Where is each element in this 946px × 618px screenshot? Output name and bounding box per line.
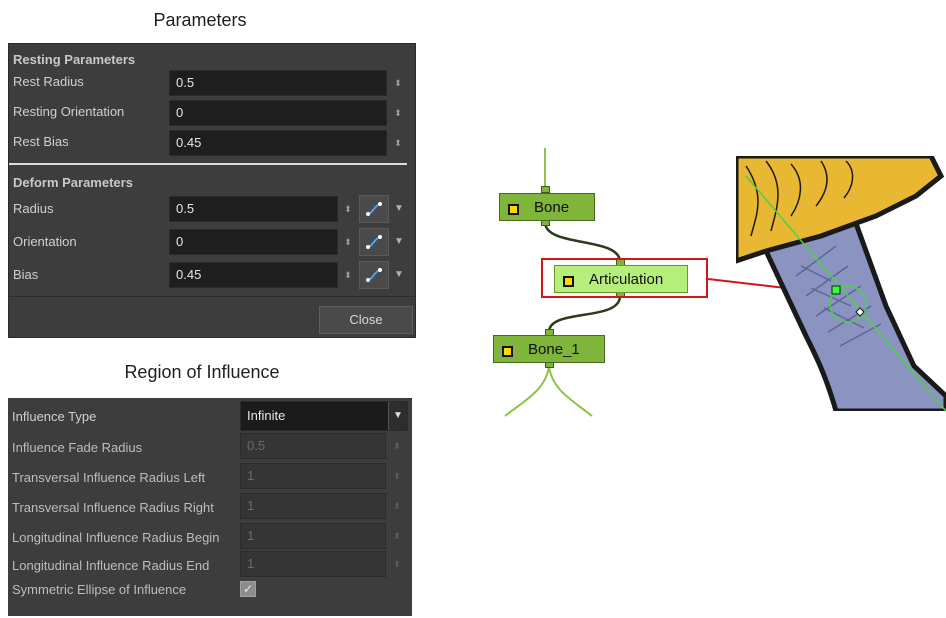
articulation-node[interactable]: Articulation [554,265,688,293]
bone-input-port[interactable] [541,186,550,193]
bone1-node-label: Bone_1 [528,341,580,358]
articulation-drawing-preview [736,156,946,411]
articulation-to-bone1-wire [547,295,622,333]
bone-node[interactable]: Bone [499,193,595,221]
node-icon [508,204,519,215]
articulation-node-label: Articulation [589,271,664,288]
node-icon [502,346,513,357]
articulation-handle [831,285,841,295]
node-icon [563,276,574,287]
bone1-output-left [504,365,550,417]
bone-to-articulation-wire [543,221,622,263]
bone1-node[interactable]: Bone_1 [493,335,605,363]
bone1-output-right [548,365,593,417]
bone-node-label: Bone [534,199,570,216]
